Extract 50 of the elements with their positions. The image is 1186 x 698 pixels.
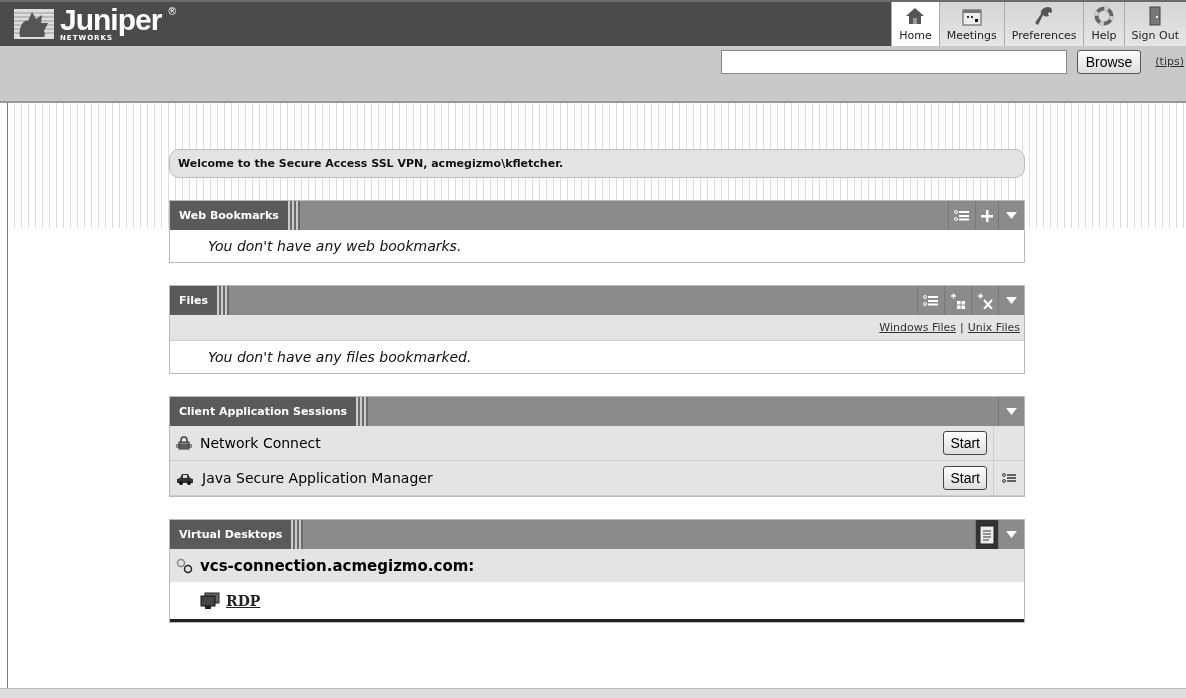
list-icon[interactable] (954, 209, 970, 222)
calendar-icon (961, 8, 982, 26)
grip-handle[interactable] (291, 520, 304, 549)
tips-link[interactable]: (tips) (1147, 55, 1186, 68)
monitor-icon (200, 591, 220, 610)
session-name: Java Secure Application Manager (202, 470, 433, 486)
welcome-message: Welcome to the Secure Access SSL VPN, acmegizmo\kfletcher. (169, 149, 1025, 178)
door-icon (1149, 6, 1162, 26)
nav-tab[interactable]: Home (891, 2, 939, 46)
add-icon[interactable] (981, 209, 993, 222)
unix-files-link[interactable]: Unix Files (967, 321, 1020, 334)
nav-tab[interactable]: Meetings (938, 2, 1004, 46)
dropdown-icon[interactable] (1006, 408, 1017, 415)
nav-tab[interactable]: Preferences (1003, 2, 1084, 46)
start-button[interactable]: Start (943, 466, 987, 490)
dropdown-icon[interactable] (1006, 297, 1017, 304)
document-icon[interactable] (979, 524, 995, 545)
lock-icon (176, 436, 192, 450)
panel-title: Client Application Sessions (170, 397, 357, 426)
empty-message: You don't have any files bookmarked. (207, 348, 473, 367)
rdp-link[interactable]: RDP (226, 592, 261, 609)
link-separator: | (960, 321, 964, 334)
wrench-icon (1034, 6, 1055, 26)
panel-title: Virtual Desktops (170, 520, 292, 549)
panel-title: Web Bookmarks (170, 201, 288, 230)
grip-handle[interactable] (356, 397, 369, 426)
logo-wordmark: Juniper (60, 6, 162, 34)
session-name: Network Connect (200, 435, 321, 451)
search-field[interactable] (720, 49, 1067, 74)
nav-tab[interactable]: Help (1083, 2, 1124, 46)
leaf-logo-icon (14, 9, 54, 39)
add-x-icon[interactable] (977, 292, 993, 309)
registered-mark: ® (167, 6, 178, 17)
lifebuoy-icon (1094, 6, 1114, 26)
host-name: vcs-connection.acmegizmo.com: (200, 556, 475, 575)
nav-tab[interactable]: Sign Out (1123, 2, 1186, 46)
dropdown-icon[interactable] (1006, 212, 1017, 219)
start-button[interactable]: Start (943, 431, 987, 455)
list-icon[interactable] (923, 294, 939, 307)
empty-message: You don't have any web bookmarks. (207, 237, 463, 256)
windows-files-link[interactable]: Windows Files (879, 321, 957, 334)
connection-icon (176, 557, 194, 574)
car-icon (176, 471, 194, 485)
dropdown-icon[interactable] (1006, 531, 1017, 538)
home-icon (905, 6, 926, 26)
grip-handle[interactable] (217, 286, 230, 315)
browse-button[interactable]: Browse (1076, 49, 1142, 74)
list-icon[interactable] (1002, 473, 1016, 483)
panel-title: Files (170, 286, 218, 315)
add-grid-icon[interactable] (950, 292, 966, 309)
